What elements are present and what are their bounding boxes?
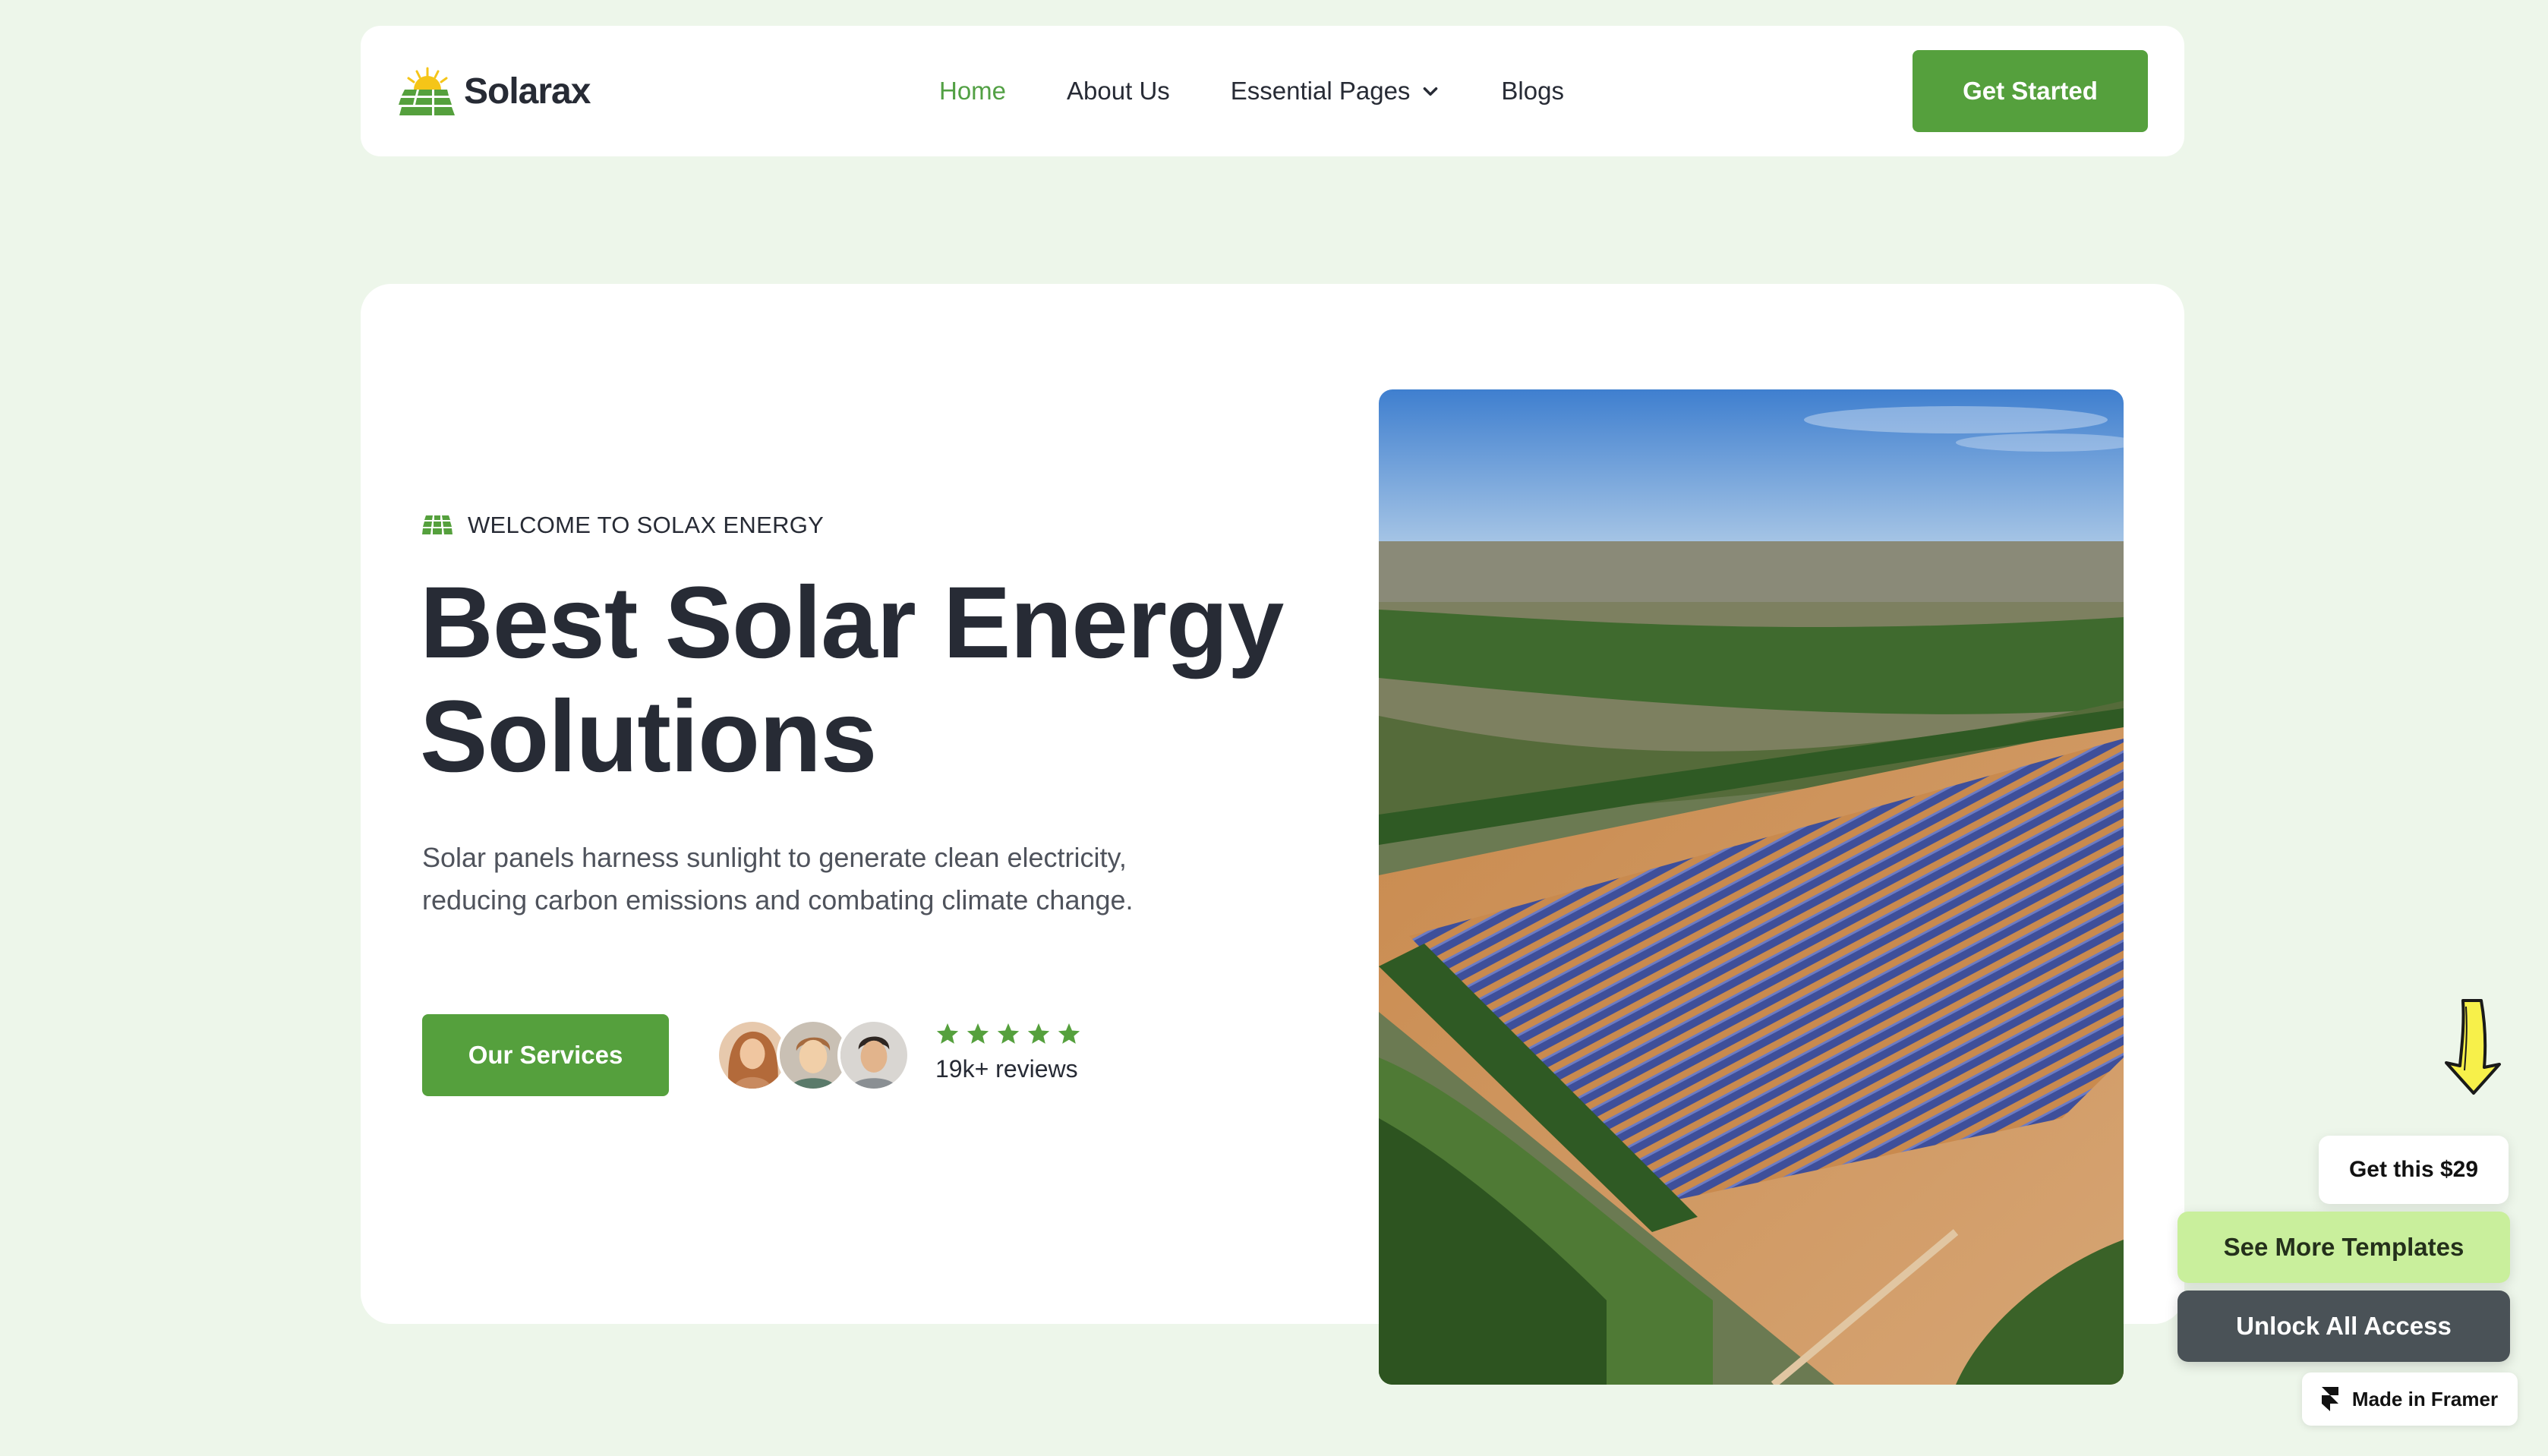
framer-logo-icon [2321, 1387, 2338, 1411]
hero-headline-line-2: Solutions [420, 680, 877, 793]
get-this-template-button[interactable]: Get this $29 [2319, 1136, 2509, 1204]
get-started-button[interactable]: Get Started [1913, 50, 2148, 132]
made-in-framer-label: Made in Framer [2351, 1387, 2499, 1410]
star-icon [936, 1023, 959, 1044]
hero-section: WELCOME TO SOLAX ENERGY Best Solar Energ… [361, 284, 2184, 1385]
hero-image-solar-farm [1379, 389, 2124, 1385]
star-icon [1027, 1023, 1050, 1044]
our-services-button[interactable]: Our Services [422, 1014, 669, 1096]
brand-logo[interactable]: Solarax [399, 64, 591, 118]
made-in-framer-badge[interactable]: Made in Framer [2302, 1372, 2518, 1426]
hero-description-line-2: reducing carbon emissions and combating … [422, 884, 1134, 916]
hero-headline: Best Solar Energy Solutions [420, 566, 1331, 794]
hero-description: Solar panels harness sunlight to generat… [422, 837, 1257, 922]
solar-panel-sun-icon [399, 67, 455, 115]
arrow-down-icon [2445, 999, 2501, 1095]
hero-headline-line-1: Best Solar Energy [420, 566, 1284, 679]
reviewer-avatars [716, 1019, 910, 1092]
hero-eyebrow: WELCOME TO SOLAX ENERGY [422, 512, 824, 539]
nav-link-home[interactable]: Home [939, 77, 1006, 106]
top-navbar: Solarax Home About Us Essential Pages Bl… [361, 26, 2184, 156]
rating-block: 19k+ reviews [935, 1022, 1081, 1083]
star-icon [997, 1023, 1020, 1044]
nav-link-blogs[interactable]: Blogs [1501, 77, 1564, 106]
reviews-count: 19k+ reviews [935, 1055, 1078, 1083]
hero-eyebrow-text: WELCOME TO SOLAX ENERGY [468, 512, 825, 538]
nav-link-about-us[interactable]: About Us [1067, 77, 1170, 106]
star-rating [935, 1022, 1081, 1046]
avatar [837, 1019, 910, 1092]
main-nav: Home About Us Essential Pages Blogs [939, 26, 1564, 156]
nav-link-essential-pages-label: Essential Pages [1230, 77, 1411, 105]
brand-name: Solarax [464, 71, 591, 112]
star-icon [1058, 1023, 1080, 1044]
chevron-down-icon [1424, 87, 1438, 96]
see-more-templates-button[interactable]: See More Templates [2177, 1212, 2510, 1283]
unlock-all-access-button[interactable]: Unlock All Access [2177, 1291, 2510, 1362]
hero-description-line-1: Solar panels harness sunlight to generat… [422, 842, 1127, 873]
star-icon [967, 1023, 989, 1044]
solar-panel-icon [422, 515, 453, 534]
nav-link-essential-pages[interactable]: Essential Pages [1231, 77, 1441, 106]
